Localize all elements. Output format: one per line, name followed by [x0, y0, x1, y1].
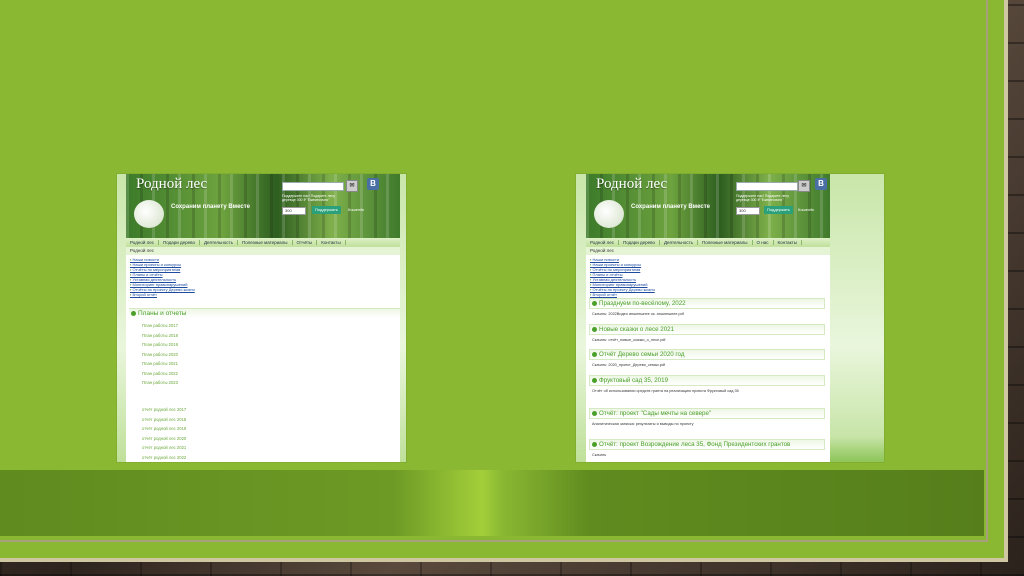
side-background: [576, 174, 586, 462]
side-background: [830, 174, 884, 462]
nav-item[interactable]: Подари дерево: [619, 240, 660, 245]
report-section-title[interactable]: Фруктовый сад 35, 2019: [589, 375, 825, 386]
plan-link[interactable]: План работы 2021: [142, 359, 178, 369]
search-input[interactable]: [282, 182, 344, 191]
tree-logo-icon: [134, 200, 164, 228]
nav-item[interactable]: Подари дерево: [159, 240, 200, 245]
vk-icon[interactable]: В: [367, 178, 379, 190]
nav-item[interactable]: Деятельность: [660, 240, 698, 245]
report-section-body[interactable]: Скачать: [589, 450, 825, 458]
report-section: Отчёт: проект "Сады мечты на севере" Ана…: [589, 408, 825, 427]
nav-item[interactable]: Контакты: [774, 240, 802, 245]
report-section-title[interactable]: Новые сказки о лесе 2021: [589, 324, 825, 335]
report-section-title[interactable]: Празднуем по-весёлому, 2022: [589, 298, 825, 309]
site-slogan: Сохраним планету Вместе: [171, 204, 250, 210]
search-input[interactable]: [736, 182, 798, 191]
plan-link[interactable]: План работы 2018: [142, 331, 178, 341]
report-section-body[interactable]: Скачать: 2020_проект_Дерево_семьи.pdf: [589, 360, 825, 368]
wallet-label: Кошелёк: [798, 207, 815, 212]
reports-list: отчёт родной лес 2017 отчёт родной лес 2…: [142, 405, 186, 462]
report-section-body[interactable]: Скачать: 2022Видео апшнешнее ок. апшнешн…: [589, 309, 825, 317]
report-link[interactable]: отчёт родной лес 2017: [142, 405, 186, 415]
amount-select[interactable]: 300: [282, 207, 306, 215]
wallet-label: Кошелёк: [348, 207, 365, 212]
amount-select[interactable]: 300: [736, 207, 760, 215]
report-section-body: Аналитическая записка: результаты и выво…: [592, 422, 694, 426]
slide-bottom-band: [0, 470, 984, 536]
report-link[interactable]: отчёт родной лес 2019: [142, 424, 186, 434]
plans-heading: Планы и отчеты: [129, 308, 400, 318]
report-section: Отчёт: проект Возрождение леса 35, Фонд …: [589, 439, 825, 458]
grass-decoration: [830, 437, 884, 462]
nav-item[interactable]: Контакты: [317, 240, 346, 245]
section-links: Наши новости Наши проекты и конкурсы Отч…: [590, 257, 655, 297]
report-section: Новые сказки о лесе 2021 Скачать: отчёт_…: [589, 324, 825, 343]
report-section: Фруктовый сад 35, 2019 Отчёт об использо…: [589, 375, 825, 394]
report-section-body: Отчёт об использовании средств гранта на…: [592, 389, 739, 393]
site-header: Родной лес Сохраним планету Вместе ✉ В П…: [586, 174, 830, 238]
screenshot-plans: Родной лес Сохраним планету Вместе ✉ В П…: [117, 174, 406, 462]
mail-icon[interactable]: ✉: [798, 180, 810, 192]
report-section: Празднуем по-весёлому, 2022 Скачать: 202…: [589, 298, 825, 317]
nav-item[interactable]: Отчёты: [293, 240, 318, 245]
nav-item[interactable]: Родной лес: [586, 240, 619, 245]
nav-item[interactable]: Деятельность: [200, 240, 238, 245]
screenshot-reports: Родной лес Сохраним планету Вместе ✉ В П…: [576, 174, 884, 462]
report-link[interactable]: отчёт родной лес 2018: [142, 415, 186, 425]
subscribe-text: Поддержите нас! Подарите лесу деревце 30…: [282, 194, 335, 202]
subscribe-button[interactable]: Поддержать: [764, 206, 793, 214]
vk-icon[interactable]: В: [815, 178, 827, 190]
breadcrumb[interactable]: Родной лес: [126, 247, 400, 255]
main-nav: Родной лес Подари дерево Деятельность По…: [126, 238, 400, 247]
mail-icon[interactable]: ✉: [346, 180, 358, 192]
main-nav: Родной лес Подари дерево Деятельность По…: [586, 238, 830, 247]
nav-item[interactable]: Родной лес: [126, 240, 159, 245]
slide-frame: Родной лес Сохраним планету Вместе ✉ В П…: [0, 0, 1008, 562]
plan-link[interactable]: План работы 2023: [142, 378, 178, 388]
plan-link[interactable]: План работы 2022: [142, 369, 178, 379]
report-section-title[interactable]: Отчёт Дерево семьи 2020 год: [589, 349, 825, 360]
tree-logo-icon: [594, 200, 624, 228]
site-slogan: Сохраним планету Вместе: [631, 204, 710, 210]
website-page: Родной лес Сохраним планету Вместе ✉ В П…: [586, 174, 830, 462]
section-link[interactable]: Второй отчёт: [130, 292, 195, 297]
site-logo[interactable]: Родной лес: [136, 176, 207, 193]
report-section-body[interactable]: Скачать: отчёт_новые_сказки_о_лесе.pdf: [589, 335, 825, 343]
report-link[interactable]: отчёт родной лес 2021: [142, 443, 186, 453]
report-section: Отчёт Дерево семьи 2020 год Скачать: 202…: [589, 349, 825, 368]
section-link[interactable]: Второй отчёт: [590, 292, 655, 297]
nav-item[interactable]: О нас: [753, 240, 774, 245]
plans-list: План работы 2017 План работы 2018 План р…: [142, 321, 178, 388]
breadcrumb[interactable]: Родной лес: [586, 247, 830, 255]
report-link[interactable]: отчёт родной лес 2020: [142, 434, 186, 444]
report-section-title[interactable]: Отчёт: проект Возрождение леса 35, Фонд …: [589, 439, 825, 450]
subscribe-text: Поддержите нас! Подарите лесу деревце 30…: [736, 194, 789, 202]
section-links: Наши новости Наши проекты и конкурсы Отч…: [130, 257, 195, 297]
site-logo[interactable]: Родной лес: [596, 176, 667, 193]
side-background: [400, 174, 406, 462]
report-section-title[interactable]: Отчёт: проект "Сады мечты на севере": [589, 408, 825, 419]
side-background: [117, 174, 126, 462]
plan-link[interactable]: План работы 2019: [142, 340, 178, 350]
report-link[interactable]: отчёт родной лес 2022: [142, 453, 186, 463]
plan-link[interactable]: План работы 2017: [142, 321, 178, 331]
website-page: Родной лес Сохраним планету Вместе ✉ В П…: [126, 174, 400, 462]
subscribe-button[interactable]: Поддержать: [312, 206, 341, 214]
nav-item[interactable]: Полезные материалы: [698, 240, 753, 245]
nav-item[interactable]: Полезные материалы: [238, 240, 293, 245]
plan-link[interactable]: План работы 2020: [142, 350, 178, 360]
site-header: Родной лес Сохраним планету Вместе ✉ В П…: [126, 174, 400, 238]
